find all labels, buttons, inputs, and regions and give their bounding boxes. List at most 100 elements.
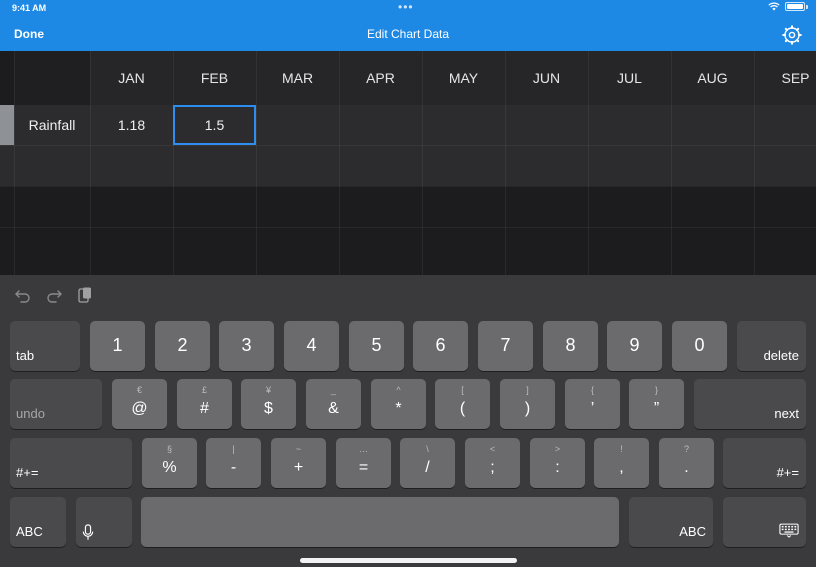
key-apostrophe[interactable]: {’ bbox=[565, 379, 620, 429]
abc-key-left-label: ABC bbox=[16, 524, 43, 539]
key-quote-alt: } bbox=[654, 385, 658, 395]
cell-rainfall-may[interactable] bbox=[422, 105, 505, 145]
key-9[interactable]: 9 bbox=[607, 321, 662, 371]
key-hash-label: # bbox=[200, 400, 209, 417]
key-open-paren-alt: [ bbox=[461, 385, 464, 395]
abc-key-left[interactable]: ABC bbox=[10, 497, 66, 547]
key-quote[interactable]: }” bbox=[629, 379, 684, 429]
key-3-label: 3 bbox=[241, 335, 252, 355]
key-comma-alt: ! bbox=[620, 444, 623, 454]
key-2-label: 2 bbox=[177, 335, 188, 355]
cell-rainfall-sep[interactable] bbox=[754, 105, 816, 145]
key-percent[interactable]: §% bbox=[142, 438, 197, 488]
key-minus[interactable]: | - bbox=[206, 438, 261, 488]
key-slash[interactable]: \ / bbox=[400, 438, 455, 488]
more-symbols-key-right-label: #+= bbox=[776, 465, 799, 480]
space-bar[interactable] bbox=[141, 497, 619, 547]
key-plus[interactable]: ~ + bbox=[271, 438, 326, 488]
delete-key[interactable]: delete bbox=[737, 321, 806, 371]
key-open-paren[interactable]: [( bbox=[435, 379, 490, 429]
key-quote-label: ” bbox=[653, 400, 660, 417]
key-4[interactable]: 4 bbox=[284, 321, 339, 371]
key-equals-alt: … bbox=[359, 444, 368, 454]
more-symbols-key-left[interactable]: #+= bbox=[10, 438, 132, 488]
home-indicator[interactable] bbox=[300, 558, 517, 563]
tab-key-label: tab bbox=[16, 348, 35, 363]
key-plus-label: + bbox=[293, 459, 304, 476]
key-semicolon[interactable]: <; bbox=[465, 438, 520, 488]
key-at[interactable]: € @ bbox=[112, 379, 167, 429]
cell-rainfall-apr[interactable] bbox=[339, 105, 422, 145]
abc-key-right[interactable]: ABC bbox=[629, 497, 713, 547]
page-title: Edit Chart Data bbox=[366, 27, 450, 41]
more-symbols-key-right[interactable]: #+= bbox=[723, 438, 806, 488]
key-ampersand[interactable]: _ & bbox=[306, 379, 361, 429]
column-header-sep[interactable]: SEP bbox=[754, 51, 816, 105]
delete-key-label: delete bbox=[763, 348, 799, 363]
battery-tip bbox=[806, 4, 808, 9]
undo-key[interactable]: undo bbox=[10, 379, 102, 429]
key-6-label: 6 bbox=[435, 335, 446, 355]
undo-icon[interactable] bbox=[14, 286, 32, 304]
cell-rainfall-aug[interactable] bbox=[671, 105, 754, 145]
redo-icon[interactable] bbox=[45, 286, 63, 304]
key-colon-alt: > bbox=[554, 444, 561, 454]
row-selector-rainfall[interactable] bbox=[0, 105, 14, 145]
column-header-aug[interactable]: AUG bbox=[671, 51, 754, 105]
key-apostrophe-label: ’ bbox=[590, 400, 595, 417]
key-close-paren[interactable]: ]) bbox=[500, 379, 555, 429]
row-label-rainfall[interactable]: Rainfall bbox=[14, 105, 90, 145]
tab-key[interactable]: tab bbox=[10, 321, 80, 371]
key-at-alt: € bbox=[136, 385, 142, 395]
column-header-jan[interactable]: JAN bbox=[90, 51, 173, 105]
column-header-may[interactable]: MAY bbox=[422, 51, 505, 105]
key-asterisk-alt: ^ bbox=[396, 385, 401, 395]
key-period-alt: ? bbox=[683, 444, 689, 454]
gear-icon[interactable] bbox=[782, 25, 802, 45]
key-plus-alt: ~ bbox=[295, 444, 302, 454]
key-slash-label: / bbox=[425, 459, 430, 476]
key-percent-alt: § bbox=[166, 444, 172, 454]
column-header-apr[interactable]: APR bbox=[339, 51, 422, 105]
key-colon[interactable]: >: bbox=[530, 438, 585, 488]
key-8[interactable]: 8 bbox=[543, 321, 598, 371]
cell-rainfall-mar[interactable] bbox=[256, 105, 339, 145]
key-2[interactable]: 2 bbox=[155, 321, 210, 371]
key-5[interactable]: 5 bbox=[349, 321, 404, 371]
keyboard: tab 1 2 3 4 5 6 7 8 9 0 delete undo € @ £… bbox=[0, 275, 816, 567]
column-header-jul[interactable]: JUL bbox=[588, 51, 671, 105]
paste-icon[interactable] bbox=[76, 286, 94, 304]
key-dollar-label: $ bbox=[264, 400, 273, 417]
key-dollar-alt: ¥ bbox=[265, 385, 271, 395]
key-period[interactable]: ?. bbox=[659, 438, 714, 488]
key-percent-label: % bbox=[162, 459, 177, 476]
cell-rainfall-jul[interactable] bbox=[588, 105, 671, 145]
key-equals[interactable]: … = bbox=[336, 438, 391, 488]
key-3[interactable]: 3 bbox=[219, 321, 274, 371]
key-1[interactable]: 1 bbox=[90, 321, 145, 371]
key-7[interactable]: 7 bbox=[478, 321, 533, 371]
key-semicolon-label: ; bbox=[490, 459, 495, 476]
key-9-label: 9 bbox=[629, 335, 640, 355]
microphone-icon bbox=[82, 524, 94, 540]
key-comma[interactable]: !, bbox=[594, 438, 649, 488]
cell-rainfall-jun[interactable] bbox=[505, 105, 588, 145]
key-close-paren-label: ) bbox=[524, 400, 531, 417]
key-asterisk-label: * bbox=[395, 400, 402, 417]
column-header-mar[interactable]: MAR bbox=[256, 51, 339, 105]
key-dollar[interactable]: ¥ $ bbox=[241, 379, 296, 429]
column-header-feb[interactable]: FEB bbox=[173, 51, 256, 105]
key-close-paren-alt: ] bbox=[526, 385, 529, 395]
dictation-key[interactable] bbox=[76, 497, 132, 547]
dismiss-keyboard-key[interactable] bbox=[723, 497, 806, 547]
key-asterisk[interactable]: ^ * bbox=[371, 379, 426, 429]
key-6[interactable]: 6 bbox=[413, 321, 468, 371]
column-header-jun[interactable]: JUN bbox=[505, 51, 588, 105]
cell-rainfall-feb-selected[interactable]: 1.5 bbox=[173, 105, 256, 145]
next-key[interactable]: next bbox=[694, 379, 806, 429]
cell-rainfall-jan[interactable]: 1.18 bbox=[90, 105, 173, 145]
key-minus-label: - bbox=[230, 459, 237, 476]
key-0[interactable]: 0 bbox=[672, 321, 727, 371]
multitasking-dots[interactable]: ••• bbox=[398, 0, 414, 14]
key-hash[interactable]: £ # bbox=[177, 379, 232, 429]
